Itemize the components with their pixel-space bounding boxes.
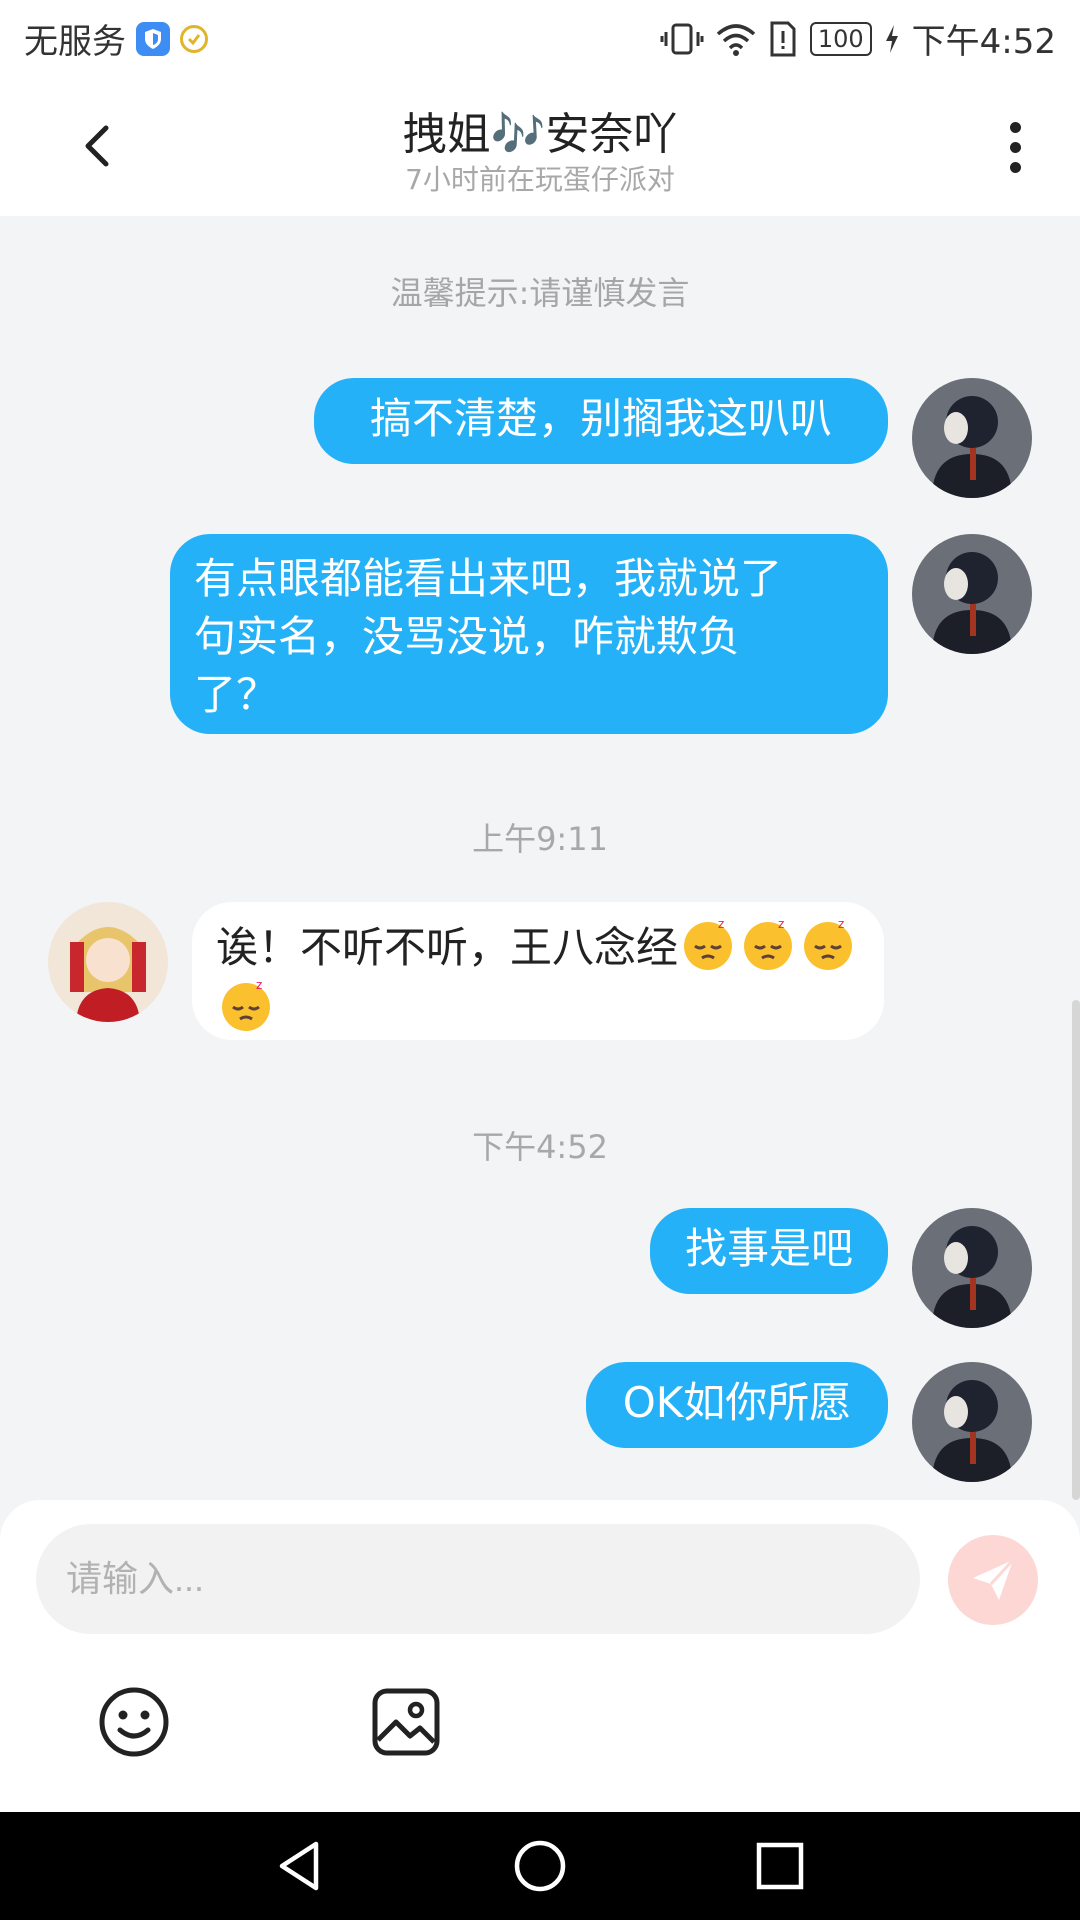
svg-text:z: z	[778, 917, 784, 931]
my-avatar[interactable]	[912, 1362, 1032, 1482]
message-bubble-incoming[interactable]: 诶！不听不听，王八念经 z z z z	[192, 902, 884, 1040]
check-badge-icon	[180, 24, 208, 53]
triangle-back-icon	[279, 1841, 319, 1891]
smiley-icon	[99, 1687, 169, 1757]
my-avatar[interactable]	[912, 534, 1032, 654]
message-text-line: 了？	[194, 670, 279, 719]
chat-header: 拽姐🎶安奈吖 7小时前在玩蛋仔派对	[0, 76, 1080, 216]
message-bubble-outgoing[interactable]: 找事是吧	[650, 1208, 888, 1294]
sleeping-face-emoji: z	[738, 917, 798, 972]
message-list[interactable]: 温馨提示:请谨慎发言 搞不清楚，别搁我这叭叭 有点眼都能看出来吧，我就说了 句实…	[0, 216, 1080, 1500]
safety-tip: 温馨提示:请谨慎发言	[390, 274, 690, 312]
contact-avatar[interactable]	[48, 902, 168, 1022]
wifi-icon	[716, 23, 755, 56]
contact-status: 7小时前在玩蛋仔派对	[405, 163, 675, 196]
status-bar: 无服务 100 下午4:52	[0, 0, 1080, 76]
emoji-button[interactable]	[98, 1686, 170, 1758]
message-input[interactable]	[36, 1524, 920, 1634]
message-text-line: 有点眼都能看出来吧，我就说了	[194, 554, 783, 603]
my-avatar[interactable]	[912, 378, 1032, 498]
svg-text:z: z	[718, 917, 724, 931]
status-time: 下午4:52	[911, 22, 1056, 62]
more-options-button[interactable]	[990, 112, 1040, 182]
message-bubble-outgoing[interactable]: 有点眼都能看出来吧，我就说了 句实名，没骂没说，咋就欺负 了？	[170, 534, 888, 734]
battery-indicator: 100	[809, 21, 872, 56]
charging-icon	[885, 24, 898, 53]
square-recents-icon	[756, 1842, 804, 1890]
message-text: 找事是吧	[684, 1224, 853, 1273]
sim-alert-icon	[770, 21, 796, 56]
more-vertical-icon	[1009, 121, 1021, 133]
timestamp: 上午9:11	[472, 820, 608, 858]
my-avatar[interactable]	[912, 1208, 1032, 1328]
timestamp: 下午4:52	[472, 1128, 608, 1166]
status-left: 无服务	[24, 14, 208, 63]
nav-recents-button[interactable]	[750, 1836, 810, 1896]
image-icon	[372, 1688, 440, 1756]
paper-plane-icon	[973, 1558, 1015, 1600]
vibrate-icon	[660, 23, 704, 54]
svg-text:z: z	[838, 917, 844, 931]
image-button[interactable]	[370, 1686, 442, 1758]
message-bubble-outgoing[interactable]: OK如你所愿	[586, 1362, 888, 1448]
message-text: 诶！不听不听，王八念经	[216, 923, 679, 972]
status-right: 100 下午4:52	[660, 14, 1056, 63]
svg-text:z: z	[256, 978, 262, 992]
sleeping-face-emoji: z	[216, 978, 276, 1033]
send-button[interactable]	[948, 1535, 1038, 1625]
contact-name: 拽姐🎶安奈吖	[402, 109, 678, 160]
circle-home-icon	[514, 1840, 566, 1892]
message-text: OK如你所愿	[622, 1378, 852, 1427]
system-nav-bar	[0, 1812, 1080, 1920]
message-text-line: 句实名，没骂没说，咋就欺负	[194, 612, 741, 661]
scrollbar[interactable]	[1072, 1000, 1080, 1500]
carrier-label: 无服务	[24, 22, 126, 62]
sleeping-face-emoji: z	[678, 917, 738, 972]
nav-back-button[interactable]	[270, 1836, 330, 1896]
input-panel	[0, 1500, 1080, 1812]
message-bubble-outgoing[interactable]: 搞不清楚，别搁我这叭叭	[314, 378, 888, 464]
nav-home-button[interactable]	[510, 1836, 570, 1896]
sleeping-face-emoji: z	[798, 917, 858, 972]
shield-icon	[136, 21, 170, 56]
message-text: 搞不清楚，别搁我这叭叭	[369, 394, 832, 443]
